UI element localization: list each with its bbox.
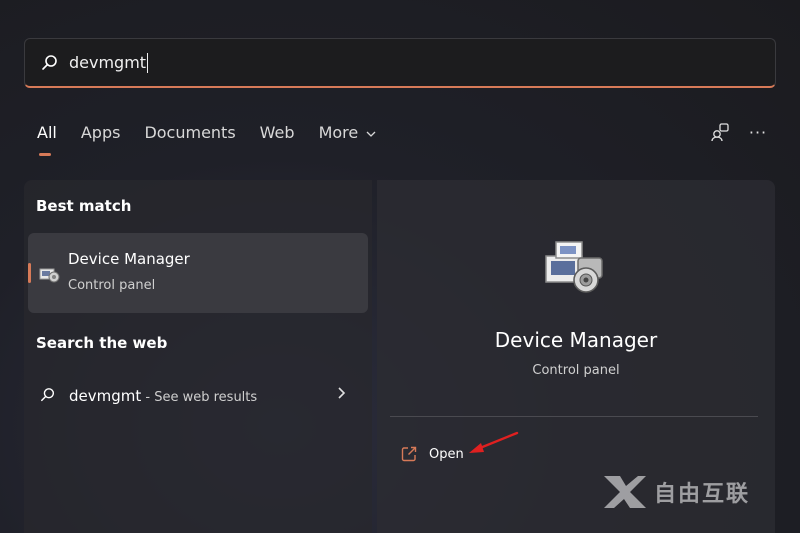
web-result[interactable]: devmgmt - See web results	[24, 380, 372, 412]
selection-indicator	[28, 263, 31, 283]
results-panel: Best match Device Manager Control panel …	[24, 180, 372, 533]
chevron-right-icon[interactable]	[337, 386, 347, 400]
web-result-term: devmgmt	[69, 387, 142, 405]
watermark-text: 自由互联	[654, 482, 751, 507]
device-manager-icon	[545, 241, 603, 293]
annotation-arrow-icon	[469, 431, 519, 453]
open-action[interactable]: Open	[401, 446, 464, 462]
divider	[390, 416, 758, 417]
best-match-heading: Best match	[36, 197, 132, 215]
search-query: devmgmt	[69, 53, 147, 72]
open-external-icon	[401, 446, 417, 462]
top-right-toolbar: ···	[708, 120, 770, 144]
account-switch-button[interactable]	[708, 120, 732, 144]
tab-apps[interactable]: Apps	[81, 123, 121, 142]
preview-app-subtitle: Control panel	[532, 363, 620, 378]
watermark: 自由互联	[600, 472, 750, 512]
search-icon	[41, 388, 55, 402]
best-match-name: Device Manager	[68, 250, 190, 268]
text-caret	[147, 52, 149, 73]
tab-more-label: More	[318, 123, 359, 142]
tab-all-label: All	[37, 123, 57, 142]
tab-documents-label: Documents	[144, 123, 236, 142]
best-match-subtitle: Control panel	[68, 278, 156, 293]
tab-apps-label: Apps	[80, 123, 121, 142]
more-options-button[interactable]: ···	[746, 120, 770, 144]
search-input[interactable]: devmgmt	[69, 52, 149, 73]
tab-all[interactable]: All	[37, 123, 57, 156]
search-icon	[42, 54, 57, 70]
tab-more[interactable]: More	[319, 123, 377, 142]
best-match-result[interactable]: Device Manager Control panel	[28, 233, 368, 313]
filter-tabs: All Apps Documents Web More	[37, 123, 400, 156]
chevron-down-icon	[366, 131, 376, 137]
web-result-text: devmgmt - See web results	[69, 387, 257, 405]
device-manager-icon	[39, 268, 60, 283]
tab-documents[interactable]: Documents	[144, 123, 235, 142]
search-box[interactable]: devmgmt	[24, 38, 776, 88]
open-label: Open	[429, 446, 464, 462]
web-result-hint: - See web results	[141, 390, 258, 405]
search-web-heading: Search the web	[36, 334, 168, 352]
preview-app-name: Device Manager	[494, 328, 658, 352]
tab-web-label: Web	[259, 123, 295, 142]
tab-web[interactable]: Web	[260, 123, 295, 142]
watermark-logo-icon	[604, 476, 646, 508]
account-switch-icon	[711, 123, 729, 142]
